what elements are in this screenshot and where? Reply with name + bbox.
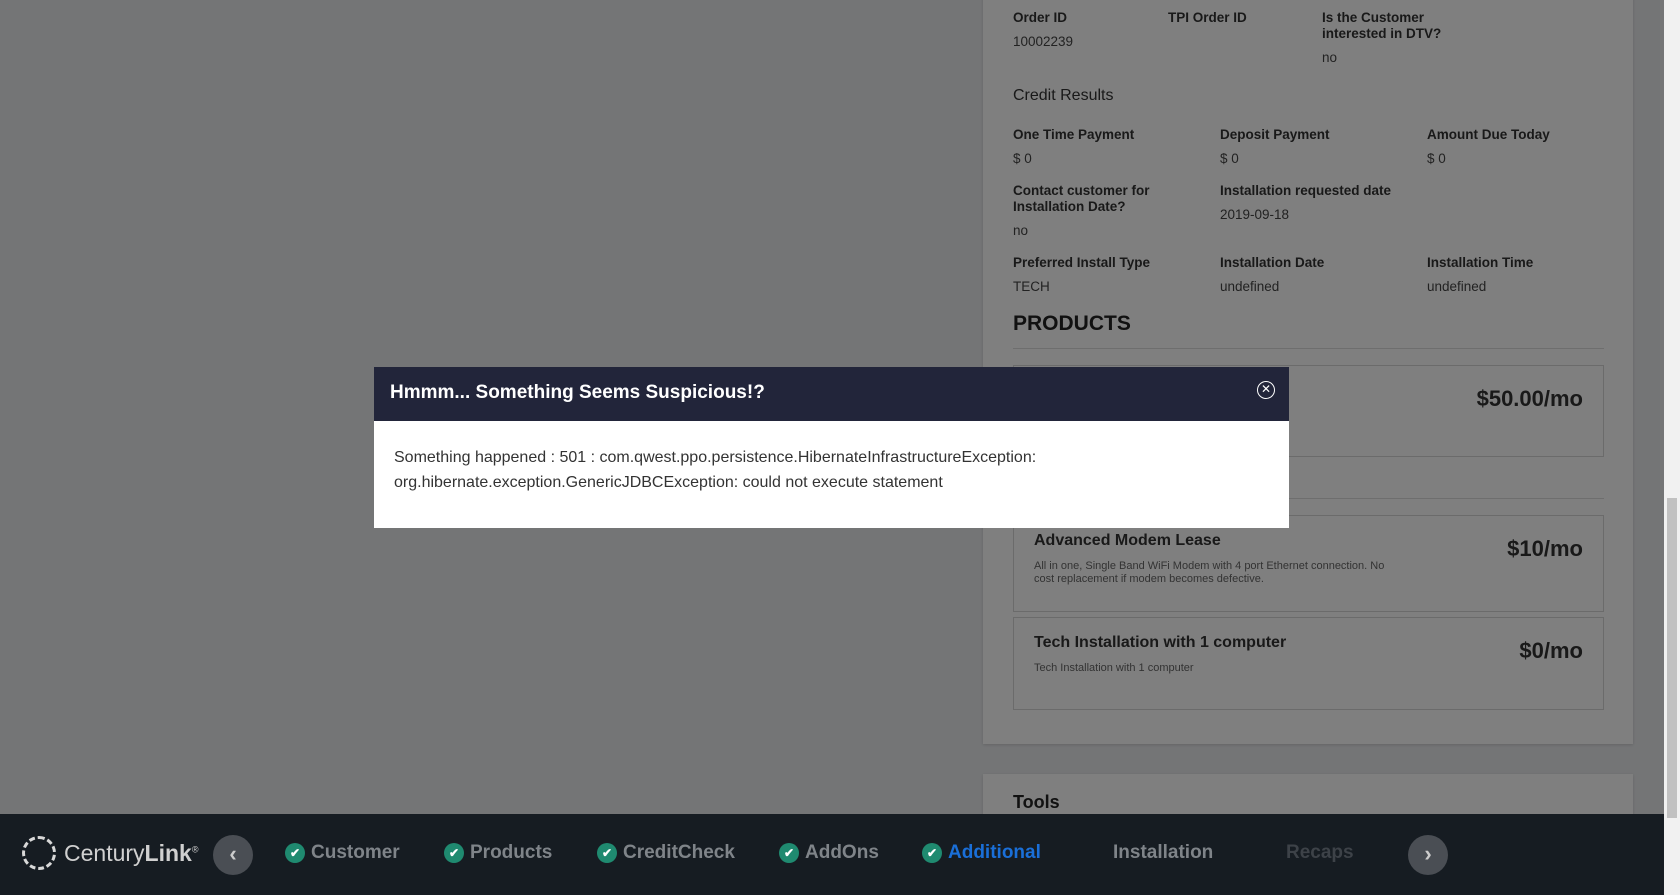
page-scrollbar[interactable] [1664, 0, 1680, 895]
error-message-line-2: org.hibernate.exception.GenericJDBCExcep… [394, 474, 943, 491]
step-installation[interactable]: Installation [1113, 842, 1213, 864]
chevron-left-icon[interactable]: ‹ [213, 835, 253, 875]
step-label: AddOns [805, 842, 879, 863]
step-label: Recaps [1286, 842, 1354, 863]
step-label: Installation [1113, 842, 1214, 863]
centurylink-logo-mark-icon [22, 836, 56, 870]
modal-header: Hmmm... Something Seems Suspicious!? ✕ [374, 367, 1289, 421]
step-label: Products [470, 842, 553, 863]
scrollbar-thumb[interactable] [1667, 498, 1677, 818]
step-additional[interactable]: ✔ Additional [922, 842, 1041, 864]
check-icon: ✔ [922, 843, 942, 863]
check-icon: ✔ [597, 843, 617, 863]
check-icon: ✔ [285, 843, 305, 863]
centurylink-logo: CenturyLink® [22, 836, 198, 870]
footer-nav-bar: CenturyLink® ‹ ✔ Customer ✔ Products ✔ C… [0, 814, 1664, 895]
modal-title: Hmmm... Something Seems Suspicious!? [390, 382, 765, 403]
step-customer[interactable]: ✔ Customer [285, 842, 400, 864]
brand-name: CenturyLink® [64, 839, 199, 866]
chevron-right-icon[interactable]: › [1408, 835, 1448, 875]
step-creditcheck[interactable]: ✔ CreditCheck [597, 842, 735, 864]
modal-body: Something happened : 501 : com.qwest.ppo… [374, 421, 1289, 519]
error-message-line-1: Something happened : 501 : com.qwest.ppo… [394, 449, 1037, 466]
step-label: CreditCheck [623, 842, 735, 863]
step-addons[interactable]: ✔ AddOns [779, 842, 879, 864]
check-icon: ✔ [444, 843, 464, 863]
step-products[interactable]: ✔ Products [444, 842, 552, 864]
check-icon: ✔ [779, 843, 799, 863]
step-label: Customer [311, 842, 400, 863]
step-label: Additional [948, 842, 1041, 863]
circle-x-icon[interactable]: ✕ [1257, 381, 1275, 399]
step-recaps: Recaps [1286, 842, 1354, 864]
error-modal: Hmmm... Something Seems Suspicious!? ✕ S… [374, 367, 1289, 528]
